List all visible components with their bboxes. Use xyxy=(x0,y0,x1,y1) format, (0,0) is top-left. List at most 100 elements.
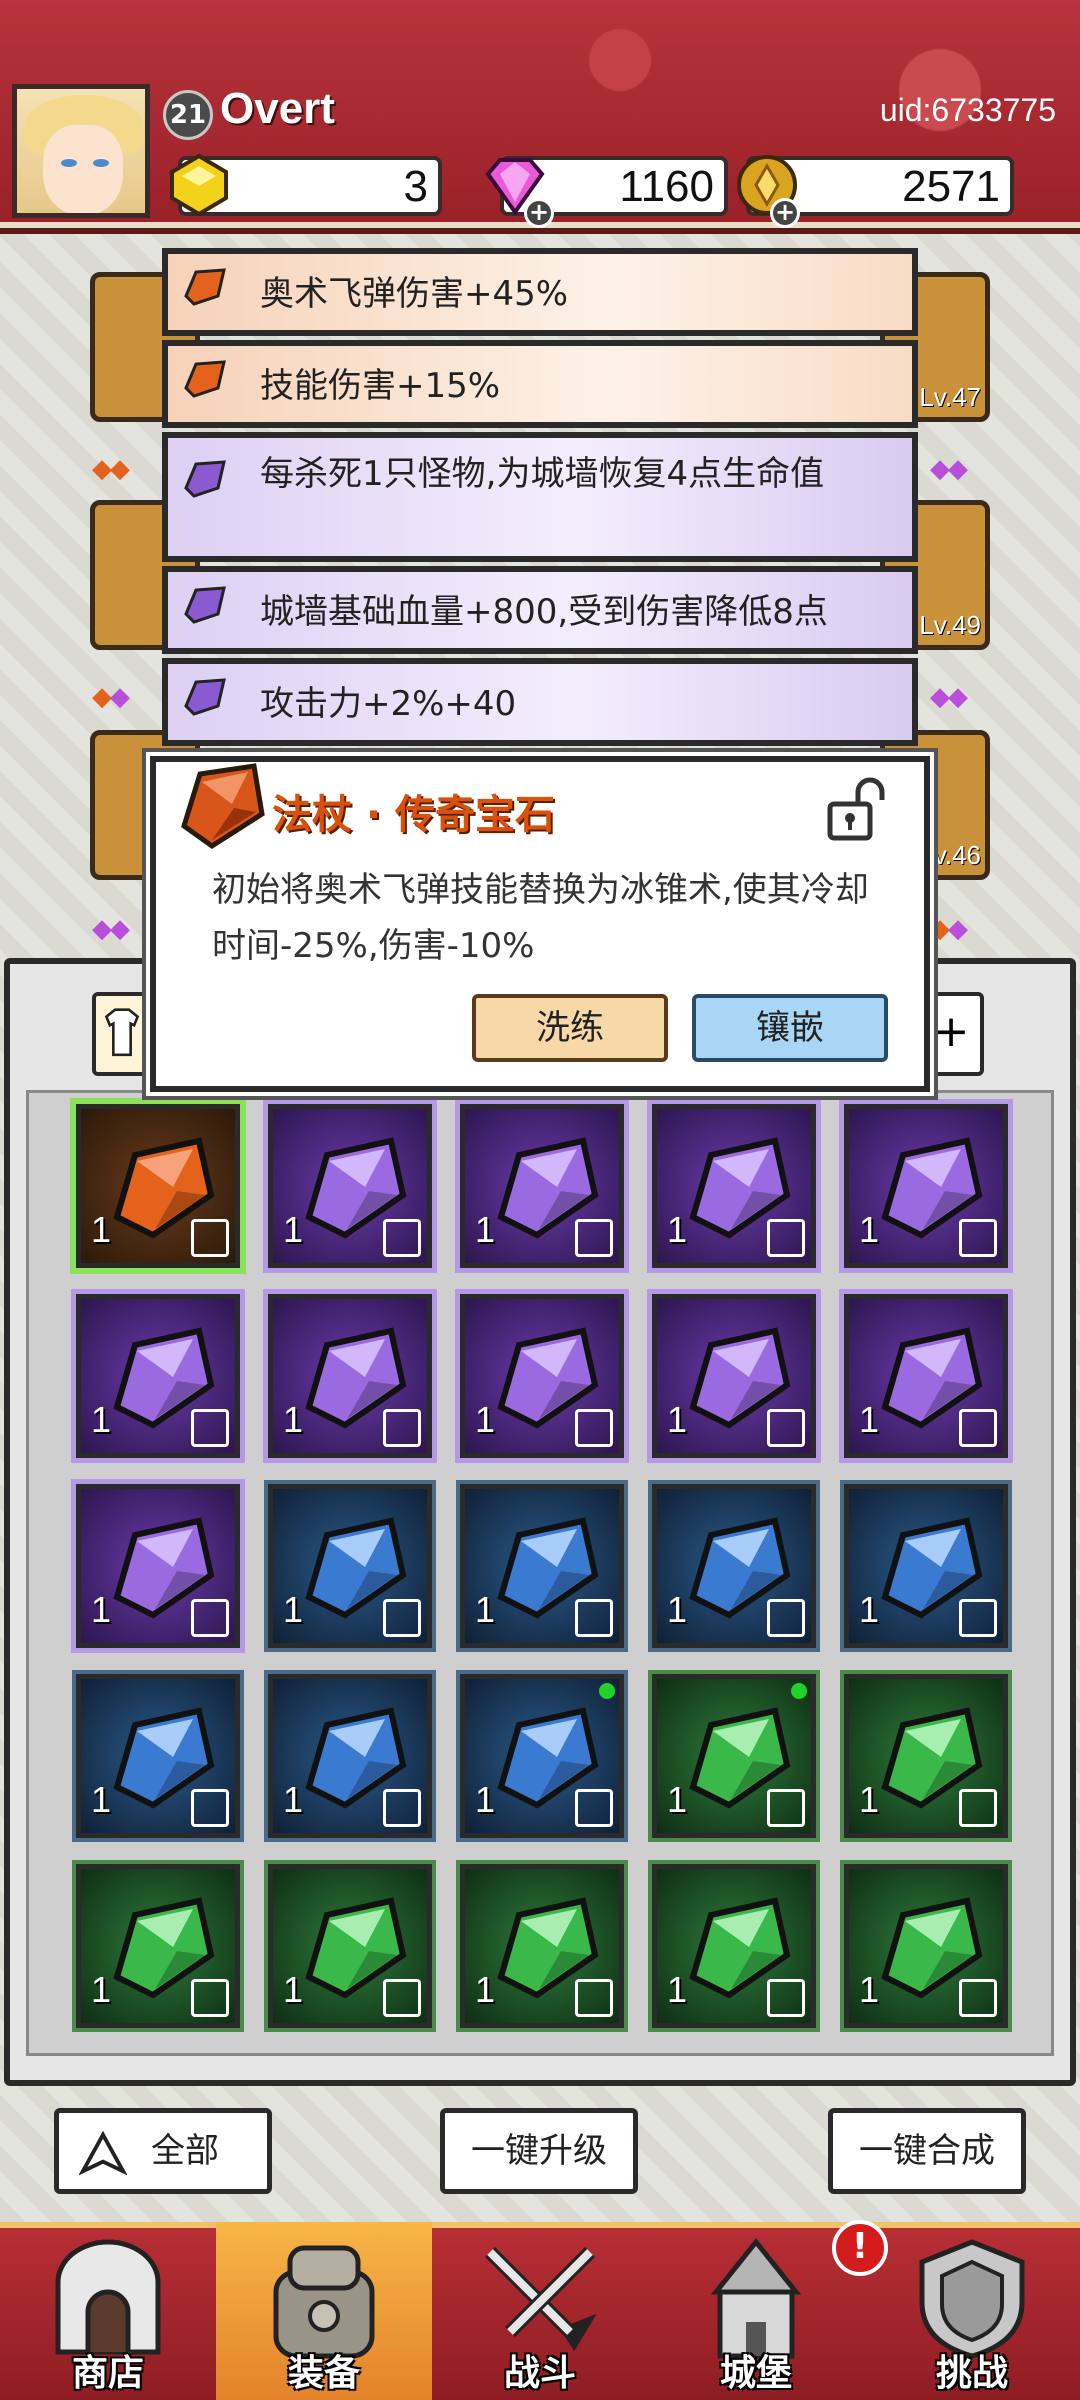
equip-stars: ◆◆ xyxy=(92,682,130,712)
gold-gem-value: 3 xyxy=(403,162,428,211)
armor-icon xyxy=(767,1979,805,2017)
filter-all-label: 全部 xyxy=(151,2131,219,2171)
bonus-row: 每杀死1只怪物,为城墙恢复4点生命值 xyxy=(162,432,918,562)
equip-stars: ◆◆ xyxy=(930,682,968,712)
new-indicator xyxy=(791,1683,807,1699)
gem-cell-blue[interactable]: 1 xyxy=(76,1674,240,1838)
filter-all-button[interactable]: 全部 xyxy=(54,2108,272,2194)
gem-count: 1 xyxy=(475,1779,496,1820)
tab-equipment-filter[interactable] xyxy=(92,992,152,1076)
shield-icon xyxy=(767,1789,805,1827)
upgrade-all-button[interactable]: 一键升级 xyxy=(440,2108,638,2194)
gem-cell-green[interactable]: 1 xyxy=(844,1674,1008,1838)
player-level-badge: 21 xyxy=(163,90,213,140)
gem-cell-blue[interactable]: 1 xyxy=(268,1484,432,1648)
necklace-icon xyxy=(959,1409,997,1447)
necklace-icon xyxy=(191,1599,229,1637)
equip-stars: ◆◆ xyxy=(930,454,968,484)
staff-icon xyxy=(191,1219,229,1257)
equip-stars: ◆◆ xyxy=(930,914,968,944)
armor-icon xyxy=(959,1979,997,2017)
bonus-row: 攻击力+2%+40 xyxy=(162,658,918,746)
nav-shop[interactable]: 商店 xyxy=(0,2222,216,2400)
unlocked-lock-icon[interactable] xyxy=(824,776,888,846)
refine-button[interactable]: 洗练 xyxy=(472,994,668,1062)
nav-label: 城堡 xyxy=(719,2353,792,2394)
gem-count: 1 xyxy=(667,1779,688,1820)
gem-cell-purple[interactable]: 1 xyxy=(652,1104,816,1268)
gem-cell-green[interactable]: 1 xyxy=(76,1864,240,2028)
gem-cell-green[interactable]: 1 xyxy=(268,1864,432,2028)
player-avatar[interactable] xyxy=(12,84,150,218)
gem-count: 1 xyxy=(91,1779,112,1820)
gem-cell-green[interactable]: 1 xyxy=(844,1864,1008,2028)
nav-label: 战斗 xyxy=(503,2353,576,2394)
gem-cell-green[interactable]: 1 xyxy=(460,1864,624,2028)
gem-cell-blue[interactable]: 1 xyxy=(268,1674,432,1838)
ring-icon xyxy=(575,1789,613,1827)
gem-count: 1 xyxy=(91,1209,112,1250)
add-coin-icon[interactable]: + xyxy=(770,198,800,228)
gem-cell-purple[interactable]: 1 xyxy=(460,1294,624,1458)
gem-count: 1 xyxy=(667,1969,688,2010)
nav-label: 商店 xyxy=(71,2353,144,2394)
orange-gem-icon xyxy=(184,360,226,398)
gem-count: 1 xyxy=(667,1209,688,1250)
gem-cell-purple[interactable]: 1 xyxy=(268,1294,432,1458)
gem-cell-purple[interactable]: 1 xyxy=(844,1104,1008,1268)
gem-cell-orange[interactable]: 1 xyxy=(76,1104,240,1268)
gem-cell-purple[interactable]: 1 xyxy=(76,1294,240,1458)
armor-icon xyxy=(575,1979,613,2017)
helmet-icon xyxy=(575,1409,613,1447)
purple-gem-icon xyxy=(184,460,226,498)
bonus-text: 每杀死1只怪物,为城墙恢复4点生命值 xyxy=(260,454,825,494)
armor-icon xyxy=(575,1599,613,1637)
gem-cell-green[interactable]: 1 xyxy=(652,1864,816,2028)
diamond-value: 1160 xyxy=(619,162,714,211)
backpack-icon xyxy=(273,2245,375,2359)
gem-cell-purple[interactable]: 1 xyxy=(268,1104,432,1268)
gem-cell-blue[interactable]: 1 xyxy=(460,1484,624,1648)
gem-cell-purple[interactable]: 1 xyxy=(844,1294,1008,1458)
helmet-icon xyxy=(191,1409,229,1447)
gem-count: 1 xyxy=(667,1589,688,1630)
player-uid: uid:6733775 xyxy=(879,92,1056,128)
helmet-icon xyxy=(959,1599,997,1637)
boots-icon xyxy=(767,1599,805,1637)
gem-count: 1 xyxy=(859,1399,880,1440)
coin-value: 2571 xyxy=(902,162,1000,211)
inlay-button[interactable]: 镶嵌 xyxy=(692,994,888,1062)
gem-cell-blue[interactable]: 1 xyxy=(652,1484,816,1648)
bonus-text: 攻击力+2%+40 xyxy=(260,684,517,724)
nav-battle[interactable]: 战斗 xyxy=(432,2222,648,2400)
gem-cell-purple[interactable]: 1 xyxy=(460,1104,624,1268)
castle-icon xyxy=(710,2237,802,2359)
coin-counter[interactable]: + 2571 xyxy=(737,155,1014,228)
gem-cell-blue[interactable]: 1 xyxy=(844,1484,1008,1648)
gem-count: 1 xyxy=(667,1399,688,1440)
gem-cell-purple[interactable]: 1 xyxy=(652,1294,816,1458)
gem-count: 1 xyxy=(283,1589,304,1630)
gem-cell-purple[interactable]: 1 xyxy=(76,1484,240,1648)
gem-count: 1 xyxy=(475,1209,496,1250)
gem-cell-green[interactable]: 1 xyxy=(652,1674,816,1838)
app-root: 21 Overt uid:6733775 3 + 1160 + 2571 Lv.… xyxy=(0,0,1080,2400)
gold-gem-counter[interactable]: 3 xyxy=(170,153,442,217)
shield-icon xyxy=(383,1599,421,1637)
nav-challenge[interactable]: 挑战 xyxy=(864,2222,1080,2400)
necklace-icon xyxy=(767,1409,805,1447)
orange-gem-icon xyxy=(184,268,226,306)
nav-equipment[interactable]: 装备 xyxy=(216,2222,432,2400)
yellow-gem-icon xyxy=(170,153,228,217)
shield-crest-icon xyxy=(919,2239,1025,2359)
nav-label: 装备 xyxy=(287,2353,360,2394)
add-diamond-icon[interactable]: + xyxy=(524,198,554,228)
gem-cell-blue[interactable]: 1 xyxy=(460,1674,624,1838)
diamond-counter[interactable]: + 1160 xyxy=(485,156,728,228)
shield-icon xyxy=(191,1979,229,2017)
gem-count: 1 xyxy=(475,1969,496,2010)
crossed-swords-icon xyxy=(485,2247,597,2352)
merge-all-button[interactable]: 一键合成 xyxy=(828,2108,1026,2194)
legendary-gem-icon xyxy=(181,763,265,850)
purple-gem-icon xyxy=(184,678,226,716)
